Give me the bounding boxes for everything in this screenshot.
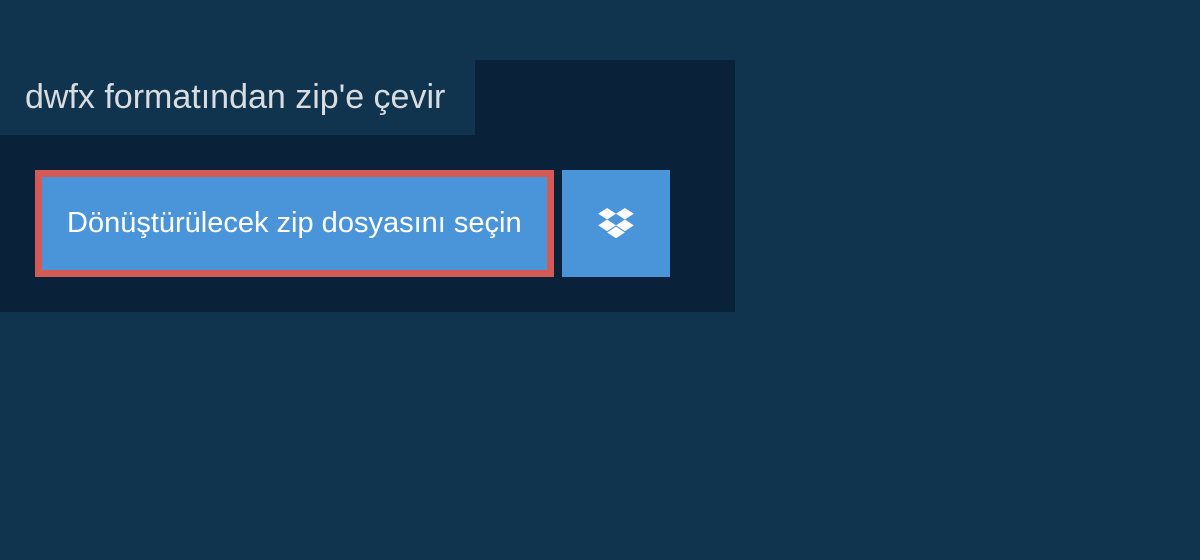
page-title: dwfx formatından zip'e çevir — [25, 78, 445, 117]
dropbox-button[interactable] — [562, 170, 670, 277]
button-row: Dönüştürülecek zip dosyasını seçin — [0, 170, 735, 277]
select-file-button[interactable]: Dönüştürülecek zip dosyasını seçin — [35, 170, 554, 277]
title-bar: dwfx formatından zip'e çevir — [0, 60, 475, 135]
dropbox-icon — [598, 208, 634, 240]
converter-panel: dwfx formatından zip'e çevir Dönüştürüle… — [0, 60, 735, 312]
